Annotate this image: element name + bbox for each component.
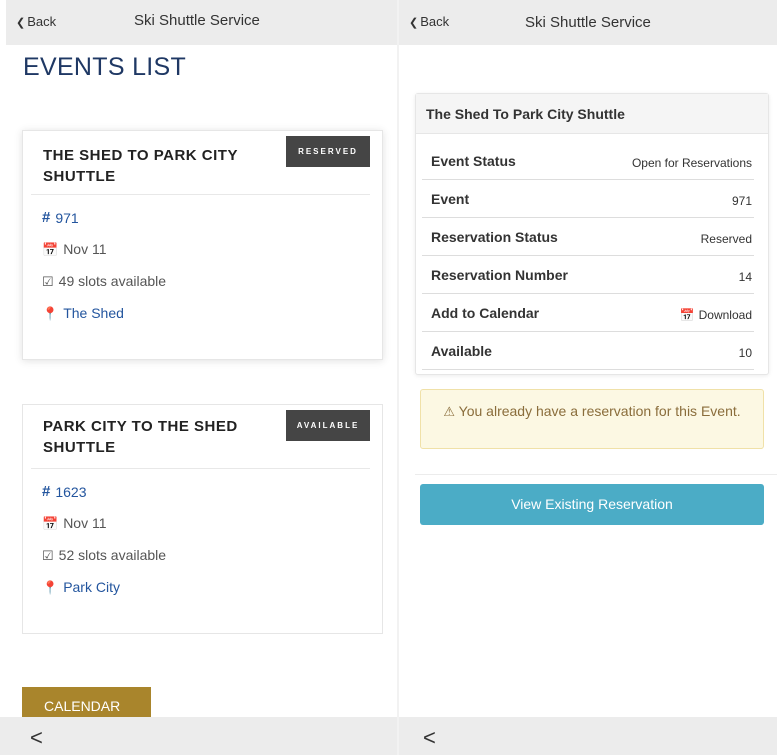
divider	[31, 194, 370, 195]
nav-bar: ❮ Back Ski Shuttle Service	[399, 0, 777, 45]
event-location[interactable]: 📍 Park City	[42, 579, 120, 595]
alert-text: You already have a reservation for this …	[458, 403, 741, 419]
checkbox-icon: ☑	[42, 547, 54, 563]
warning-alert: ⚠ You already have a reservation for thi…	[420, 389, 764, 449]
event-title: THE SHED TO PARK CITY SHUTTLE	[43, 147, 238, 185]
bottom-bar: <	[399, 717, 777, 755]
event-detail-panel: The Shed To Park City Shuttle Event Stat…	[415, 93, 769, 375]
back-button[interactable]: ❮ Back	[409, 14, 449, 29]
event-number[interactable]: #1623	[42, 483, 87, 500]
detail-row-reservation-status: Reservation Status Reserved	[422, 218, 754, 256]
event-slots: ☑ 52 slots available	[42, 547, 167, 563]
back-button[interactable]: ❮ Back	[16, 14, 56, 29]
events-list-screen: ❮ Back Ski Shuttle Service EVENTS LIST TH…	[0, 0, 397, 755]
event-card[interactable]: PARK CITY TO THE SHED SHUTTLE AVAILABLE …	[22, 404, 383, 634]
detail-row-event: Event 971	[422, 180, 754, 218]
checkbox-icon: ☑	[42, 273, 54, 289]
map-marker-icon: 📍	[42, 579, 59, 595]
chevron-left-icon[interactable]: <	[30, 725, 43, 751]
calendar-icon: 📅	[42, 515, 59, 531]
chevron-left-icon: ❮	[409, 17, 419, 29]
event-date: 📅 Nov 11	[42, 241, 107, 257]
nav-bar: ❮ Back Ski Shuttle Service	[6, 0, 397, 45]
divider	[415, 474, 777, 475]
nav-title: Ski Shuttle Service	[525, 14, 651, 31]
nav-title: Ski Shuttle Service	[134, 12, 260, 29]
hash-icon: #	[42, 483, 51, 500]
page-title: EVENTS LIST	[23, 53, 187, 81]
detail-row-reservation-number: Reservation Number 14	[422, 256, 754, 294]
detail-row-available: Available 10	[422, 332, 754, 370]
detail-row-add-to-calendar: Add to Calendar 📅 Download	[422, 294, 754, 332]
status-badge: RESERVED	[286, 136, 370, 167]
view-existing-reservation-button[interactable]: View Existing Reservation	[420, 484, 764, 525]
map-marker-icon: 📍	[42, 305, 59, 321]
calendar-icon: 📅	[42, 241, 59, 257]
event-location[interactable]: 📍 The Shed	[42, 305, 124, 321]
download-link[interactable]: 📅 Download	[680, 308, 752, 322]
chevron-left-icon[interactable]: <	[423, 725, 436, 751]
status-badge: AVAILABLE	[286, 410, 370, 441]
event-date: 📅 Nov 11	[42, 515, 107, 531]
chevron-left-icon: ❮	[16, 17, 26, 29]
warning-icon: ⚠	[443, 404, 456, 419]
event-detail-screen: ❮ Back Ski Shuttle Service The Shed To Pa…	[399, 0, 777, 755]
event-number[interactable]: #971	[42, 209, 79, 226]
event-title: PARK CITY TO THE SHED SHUTTLE	[43, 418, 238, 456]
event-slots: ☑ 49 slots available	[42, 273, 167, 289]
hash-icon: #	[42, 209, 51, 226]
calendar-icon: 📅	[679, 308, 695, 322]
divider	[31, 468, 370, 469]
calendar-button[interactable]: CALENDAR	[22, 687, 151, 721]
event-card[interactable]: THE SHED TO PARK CITY SHUTTLE RESERVED #…	[22, 130, 383, 360]
bottom-bar: <	[0, 717, 397, 755]
detail-row-event-status: Event Status Open for Reservations	[422, 142, 754, 180]
panel-title: The Shed To Park City Shuttle	[416, 94, 768, 134]
